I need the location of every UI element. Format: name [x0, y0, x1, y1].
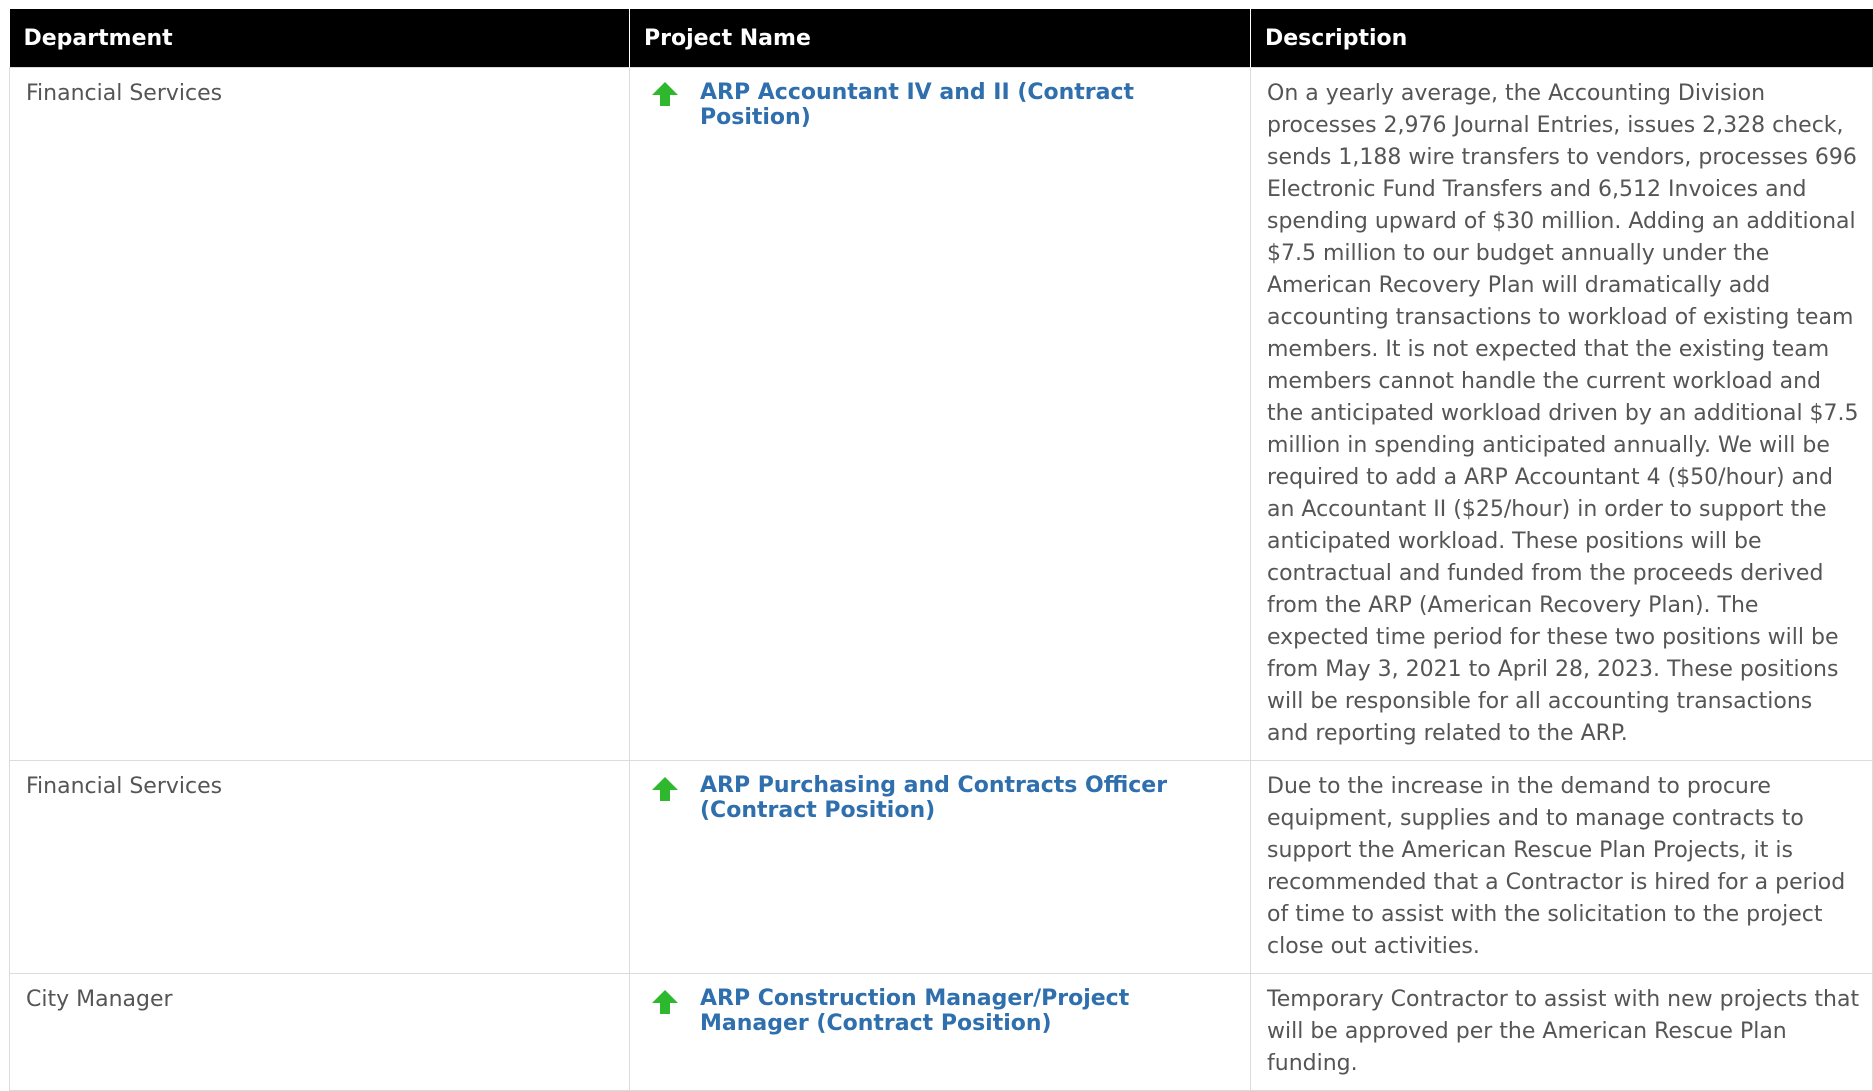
description-cell: Due to the increase in the demand to pro…: [1250, 760, 1873, 974]
project-link[interactable]: ARP Construction Manager/Project Manager…: [700, 986, 1236, 1036]
table-row: Financial Services ARP Accountant IV and…: [9, 67, 1873, 761]
description-cell: On a yearly average, the Accounting Divi…: [1250, 67, 1873, 761]
description-text: On a yearly average, the Accounting Divi…: [1267, 81, 1859, 746]
description-cell: Temporary Contractor to assist with new …: [1250, 973, 1873, 1091]
table-row: City Manager ARP Construction Manager/Pr…: [9, 973, 1873, 1091]
department-cell: Financial Services: [9, 760, 630, 974]
project-cell: ARP Purchasing and Contracts Officer (Co…: [629, 760, 1251, 974]
header-department[interactable]: Department: [9, 9, 630, 68]
department-cell: Financial Services: [9, 67, 630, 761]
project-cell: ARP Accountant IV and II (Contract Posit…: [629, 67, 1251, 761]
green-up-arrow-icon: [650, 775, 680, 803]
project-table: Department Project Name Description Fina…: [9, 9, 1873, 1091]
table-row: Financial Services ARP Purchasing and Co…: [9, 760, 1873, 974]
department-cell: City Manager: [9, 973, 630, 1091]
description-text: Temporary Contractor to assist with new …: [1267, 987, 1860, 1076]
green-up-arrow-icon: [650, 80, 680, 108]
description-text: Due to the increase in the demand to pro…: [1267, 774, 1846, 959]
project-link[interactable]: ARP Accountant IV and II (Contract Posit…: [700, 80, 1236, 130]
project-link[interactable]: ARP Purchasing and Contracts Officer (Co…: [700, 773, 1236, 823]
project-table-container: Department Project Name Description Fina…: [9, 9, 1873, 1091]
header-project-name[interactable]: Project Name: [629, 9, 1251, 68]
green-up-arrow-icon: [650, 988, 680, 1016]
project-cell: ARP Construction Manager/Project Manager…: [629, 973, 1251, 1091]
header-description[interactable]: Description: [1250, 9, 1873, 68]
table-header-row: Department Project Name Description: [9, 9, 1873, 68]
